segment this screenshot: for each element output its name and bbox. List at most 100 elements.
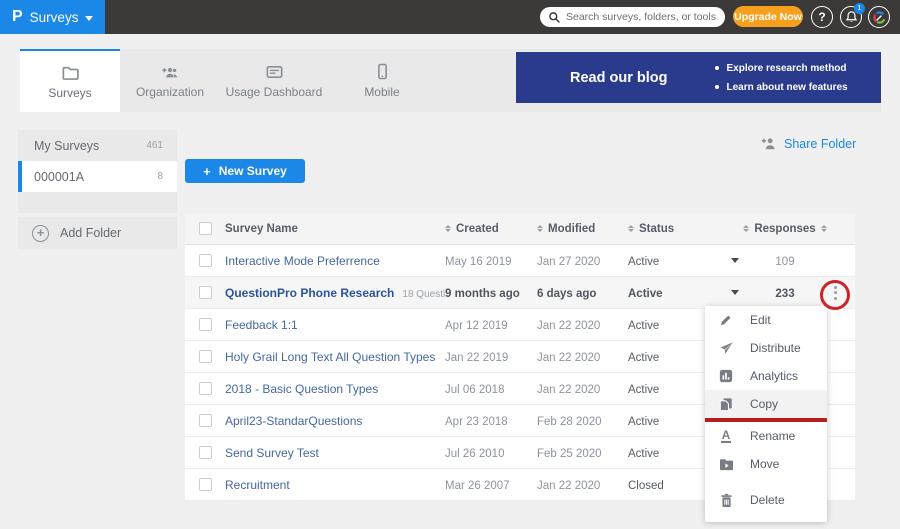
trash-icon bbox=[718, 492, 734, 508]
upgrade-now-button[interactable]: Upgrade Now bbox=[733, 6, 803, 27]
context-menu-item-delete[interactable]: Delete bbox=[705, 486, 827, 514]
responses-cell: 109 bbox=[775, 256, 794, 268]
context-menu-item-label: Edit bbox=[750, 313, 771, 327]
context-menu-item-rename[interactable]: A Rename bbox=[705, 422, 827, 450]
responses-cell: 233 bbox=[775, 288, 794, 300]
top-bar: P Surveys Upgrade Now ? 1 bbox=[0, 0, 900, 34]
context-menu-item-label: Move bbox=[750, 457, 779, 471]
global-search bbox=[540, 7, 725, 27]
help-button[interactable]: ? bbox=[811, 6, 833, 28]
tab-organization[interactable]: Organization bbox=[120, 49, 220, 112]
created-cell: Mar 26 2007 bbox=[445, 480, 510, 492]
column-header-responses[interactable]: Responses bbox=[755, 223, 815, 235]
survey-name-link[interactable]: Recruitment bbox=[225, 478, 290, 492]
share-folder-button[interactable]: Share Folder bbox=[760, 136, 856, 151]
context-menu-item-edit[interactable]: Edit bbox=[705, 306, 827, 334]
context-menu-item-label: Rename bbox=[750, 429, 795, 443]
annotation-red-circle bbox=[820, 280, 850, 310]
status-dropdown-caret-icon[interactable] bbox=[731, 258, 739, 263]
status-cell: Active bbox=[628, 416, 659, 428]
survey-name-link[interactable]: Feedback 1:1 bbox=[225, 318, 298, 332]
app-switcher-menu[interactable]: P Surveys bbox=[0, 0, 105, 34]
blog-promo-banner[interactable]: Read our blog Explore research method Le… bbox=[516, 52, 881, 103]
select-all-checkbox[interactable] bbox=[199, 222, 212, 235]
column-header-survey-name[interactable]: Survey Name bbox=[225, 223, 445, 235]
blog-banner-title: Read our blog bbox=[570, 70, 667, 86]
question-count-badge: 18 Questions bbox=[402, 289, 445, 300]
search-input[interactable] bbox=[566, 11, 717, 23]
send-icon bbox=[718, 340, 734, 356]
tab-label: Usage Dashboard bbox=[226, 85, 323, 99]
gauge-icon bbox=[872, 10, 887, 25]
context-menu-item-analytics[interactable]: Analytics bbox=[705, 362, 827, 390]
row-checkbox[interactable] bbox=[199, 254, 212, 267]
survey-name-link[interactable]: April23-StandarQuestions bbox=[225, 414, 362, 428]
circle-plus-icon: + bbox=[32, 225, 49, 242]
context-menu-item-move[interactable]: Move bbox=[705, 450, 827, 478]
sidebar-item-000001a[interactable]: 000001A 8 bbox=[18, 161, 177, 192]
created-cell: 9 months ago bbox=[445, 288, 520, 300]
sort-icon bbox=[445, 225, 451, 233]
status-cell: Closed bbox=[628, 480, 664, 492]
table-row: QuestionPro Phone Research 18 Questions9 … bbox=[185, 277, 855, 309]
add-folder-button[interactable]: + Add Folder bbox=[18, 217, 177, 249]
tab-surveys[interactable]: Surveys bbox=[20, 49, 120, 112]
status-cell: Active bbox=[628, 448, 659, 460]
sort-icon bbox=[537, 225, 543, 233]
sidebar-filler bbox=[18, 192, 177, 213]
modified-cell: Feb 28 2020 bbox=[537, 416, 602, 428]
survey-name-link[interactable]: Holy Grail Long Text All Question Types bbox=[225, 350, 435, 364]
created-cell: Jan 22 2019 bbox=[445, 352, 508, 364]
sort-icon bbox=[743, 225, 749, 233]
tab-mobile[interactable]: Mobile bbox=[328, 49, 436, 112]
analytics-icon bbox=[718, 368, 734, 384]
survey-name-link[interactable]: QuestionPro Phone Research bbox=[225, 286, 394, 300]
sidebar-item-my-surveys[interactable]: My Surveys 461 bbox=[18, 130, 177, 161]
person-plus-icon bbox=[760, 136, 777, 151]
pencil-icon bbox=[718, 312, 734, 328]
row-context-menu: Edit Distribute AnalyticsCopy A Rename Move De… bbox=[705, 306, 827, 522]
survey-name-link[interactable]: Send Survey Test bbox=[225, 446, 319, 460]
blog-bullet: Explore research method bbox=[715, 59, 847, 78]
status-cell: Active bbox=[628, 256, 659, 268]
folder-icon bbox=[61, 63, 80, 81]
context-menu-item-distribute[interactable]: Distribute bbox=[705, 334, 827, 362]
rename-icon: A bbox=[718, 428, 734, 444]
survey-name-link[interactable]: 2018 - Basic Question Types bbox=[225, 382, 378, 396]
table-row: Interactive Mode PreferrenceMay 16 2019J… bbox=[185, 245, 855, 277]
row-checkbox[interactable] bbox=[199, 318, 212, 331]
blog-banner-bullets: Explore research method Learn about new … bbox=[715, 59, 847, 97]
tab-usage-dashboard[interactable]: Usage Dashboard bbox=[220, 49, 328, 112]
folder-count: 8 bbox=[157, 171, 163, 182]
context-menu-item-copy[interactable]: Copy bbox=[705, 390, 827, 418]
row-checkbox[interactable] bbox=[199, 286, 212, 299]
column-header-modified[interactable]: Modified bbox=[537, 223, 628, 235]
folder-sidebar: My Surveys 461 000001A 8 + Add Folder bbox=[18, 130, 177, 249]
sort-icon bbox=[628, 225, 634, 233]
created-cell: Jul 26 2010 bbox=[445, 448, 504, 460]
copy-icon bbox=[718, 396, 734, 412]
survey-name-link[interactable]: Interactive Mode Preferrence bbox=[225, 254, 380, 268]
modified-cell: Jan 22 2020 bbox=[537, 480, 600, 492]
status-cell: Active bbox=[628, 384, 659, 396]
new-survey-button[interactable]: + New Survey bbox=[185, 159, 305, 183]
plus-icon: + bbox=[203, 164, 211, 179]
row-checkbox[interactable] bbox=[199, 382, 212, 395]
column-header-status[interactable]: Status bbox=[628, 223, 715, 235]
context-menu-item-label: Distribute bbox=[750, 341, 801, 355]
blog-bullet: Learn about new features bbox=[715, 78, 847, 97]
mobile-icon bbox=[376, 62, 389, 80]
usage-meter-button[interactable] bbox=[868, 6, 890, 28]
context-menu-item-label: Delete bbox=[750, 493, 785, 507]
row-checkbox[interactable] bbox=[199, 446, 212, 459]
bullet-dot-icon bbox=[715, 66, 719, 70]
status-dropdown-caret-icon[interactable] bbox=[731, 290, 739, 295]
row-checkbox[interactable] bbox=[199, 478, 212, 491]
row-checkbox[interactable] bbox=[199, 350, 212, 363]
notifications-button[interactable]: 1 bbox=[840, 6, 862, 28]
column-header-created[interactable]: Created bbox=[445, 223, 537, 235]
row-checkbox[interactable] bbox=[199, 414, 212, 427]
bullet-dot-icon bbox=[715, 85, 719, 89]
search-icon bbox=[548, 11, 561, 24]
modified-cell: 6 days ago bbox=[537, 288, 596, 300]
